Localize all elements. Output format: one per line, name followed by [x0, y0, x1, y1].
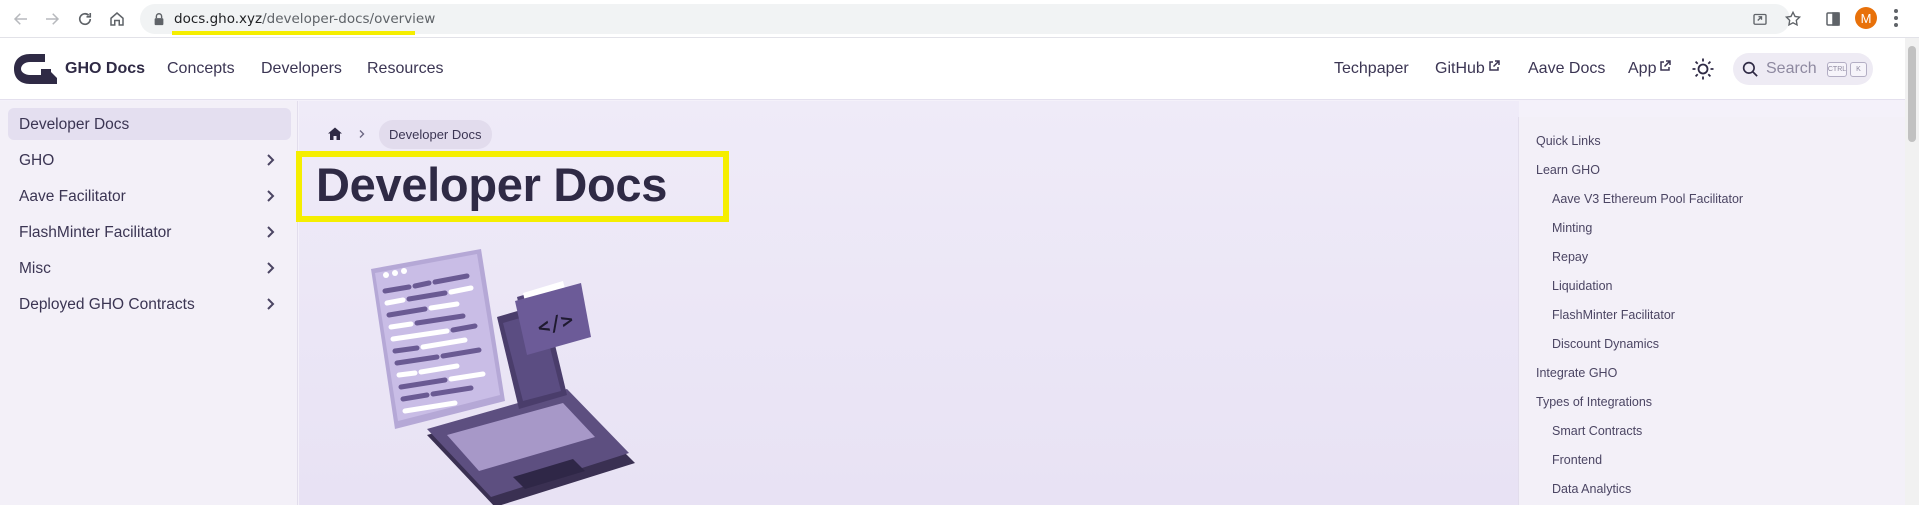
chevron-right-icon[interactable]	[262, 152, 278, 168]
chevron-right-icon[interactable]	[262, 296, 278, 312]
lock-icon[interactable]	[152, 12, 166, 26]
scrollbar-thumb[interactable]	[1908, 46, 1916, 142]
browser-toolbar: docs.gho.xyz/developer-docs/overview M	[0, 0, 1919, 38]
toc-item[interactable]: Smart Contracts	[1552, 424, 1642, 438]
back-icon[interactable]	[8, 6, 34, 32]
url-text: docs.gho.xyz/developer-docs/overview	[174, 11, 435, 27]
nav-app[interactable]: App	[1628, 60, 1672, 78]
toc-item[interactable]: Liquidation	[1552, 279, 1612, 293]
breadcrumb-current[interactable]: Developer Docs	[379, 119, 492, 149]
main-content: Developer Docs Developer Docs </>	[296, 101, 1519, 505]
forward-icon[interactable]	[39, 6, 65, 32]
url-highlight-mark	[172, 31, 415, 35]
home-icon[interactable]	[327, 126, 343, 142]
share-icon[interactable]	[1748, 7, 1772, 31]
page-title: Developer Docs	[316, 158, 668, 211]
docs-sidebar: Developer Docs GHO Aave Facilitator Flas…	[0, 101, 298, 505]
sidebar-item-label: Misc	[19, 260, 51, 277]
developer-laptop-illustration: </>	[371, 249, 635, 505]
toc-item[interactable]: Quick Links	[1536, 134, 1601, 148]
kbd-k: K	[1850, 62, 1867, 77]
nav-app-label: App	[1628, 60, 1657, 77]
toc-item[interactable]: Learn GHO	[1536, 163, 1600, 177]
toc-item[interactable]: Aave V3 Ethereum Pool Facilitator	[1552, 192, 1743, 206]
sidebar-item-developer-docs[interactable]: Developer Docs	[8, 108, 291, 140]
search-icon	[1742, 61, 1758, 77]
nav-resources[interactable]: Resources	[367, 60, 443, 78]
gho-logo-icon[interactable]	[13, 52, 59, 86]
nav-concepts[interactable]: Concepts	[167, 60, 235, 78]
sidebar-item-aave-facilitator[interactable]: Aave Facilitator	[8, 180, 291, 212]
sun-theme-toggle-icon[interactable]	[1691, 57, 1715, 81]
table-of-contents: Quick Links Learn GHO Aave V3 Ethereum P…	[1518, 117, 1905, 505]
sidebar-item-label: Aave Facilitator	[19, 188, 126, 205]
toc-item[interactable]: Types of Integrations	[1536, 395, 1652, 409]
sidebar-item-label: Developer Docs	[19, 116, 130, 133]
sidebar-item-flashminter-facilitator[interactable]: FlashMinter Facilitator	[8, 216, 291, 248]
toc-item[interactable]: Frontend	[1552, 453, 1602, 467]
star-icon[interactable]	[1781, 7, 1805, 31]
breadcrumb: Developer Docs	[327, 119, 492, 149]
chevron-right-icon[interactable]	[262, 260, 278, 276]
nav-github[interactable]: GitHub	[1435, 60, 1500, 78]
profile-avatar[interactable]: M	[1855, 7, 1877, 29]
nav-github-label: GitHub	[1435, 60, 1485, 77]
sidebar-item-label: GHO	[19, 152, 55, 169]
home-icon[interactable]	[104, 6, 130, 32]
toc-item[interactable]: Data Analytics	[1552, 482, 1631, 496]
chevron-right-icon[interactable]	[262, 188, 278, 204]
kbd-ctrl: CTRL	[1827, 62, 1847, 77]
address-bar[interactable]: docs.gho.xyz/developer-docs/overview	[140, 4, 1790, 34]
url-host: docs.gho.xyz	[174, 11, 263, 27]
nav-developers[interactable]: Developers	[261, 60, 342, 78]
sidebar-item-label: Deployed GHO Contracts	[19, 296, 195, 313]
sidebar-item-misc[interactable]: Misc	[8, 252, 291, 284]
search-placeholder: Search	[1766, 60, 1817, 77]
nav-techpaper[interactable]: Techpaper	[1334, 60, 1409, 78]
page-scrollbar[interactable]	[1905, 38, 1919, 505]
external-link-icon	[1660, 60, 1672, 71]
chevron-right-icon[interactable]	[262, 224, 278, 240]
toc-item[interactable]: Repay	[1552, 250, 1588, 264]
menu-icon[interactable]	[1893, 9, 1899, 27]
toc-item[interactable]: Integrate GHO	[1536, 366, 1617, 380]
external-link-icon	[1489, 60, 1500, 71]
sidepanel-icon[interactable]	[1821, 7, 1845, 31]
search-box[interactable]: Search CTRL K	[1733, 53, 1873, 85]
sidebar-item-deployed-gho-contracts[interactable]: Deployed GHO Contracts	[8, 288, 291, 320]
toc-item[interactable]: Discount Dynamics	[1552, 337, 1659, 351]
sidebar-item-label: FlashMinter Facilitator	[19, 224, 172, 241]
reload-icon[interactable]	[72, 6, 98, 32]
site-navbar: GHO Docs Concepts Developers Resources T…	[0, 38, 1905, 100]
toc-item[interactable]: FlashMinter Facilitator	[1552, 308, 1675, 322]
chevron-right-icon	[359, 130, 365, 138]
sidebar-item-gho[interactable]: GHO	[8, 144, 291, 176]
url-path: /developer-docs/overview	[262, 11, 436, 27]
toc-item[interactable]: Minting	[1552, 221, 1592, 235]
site-name[interactable]: GHO Docs	[65, 60, 145, 78]
nav-aave-docs[interactable]: Aave Docs	[1528, 60, 1605, 78]
